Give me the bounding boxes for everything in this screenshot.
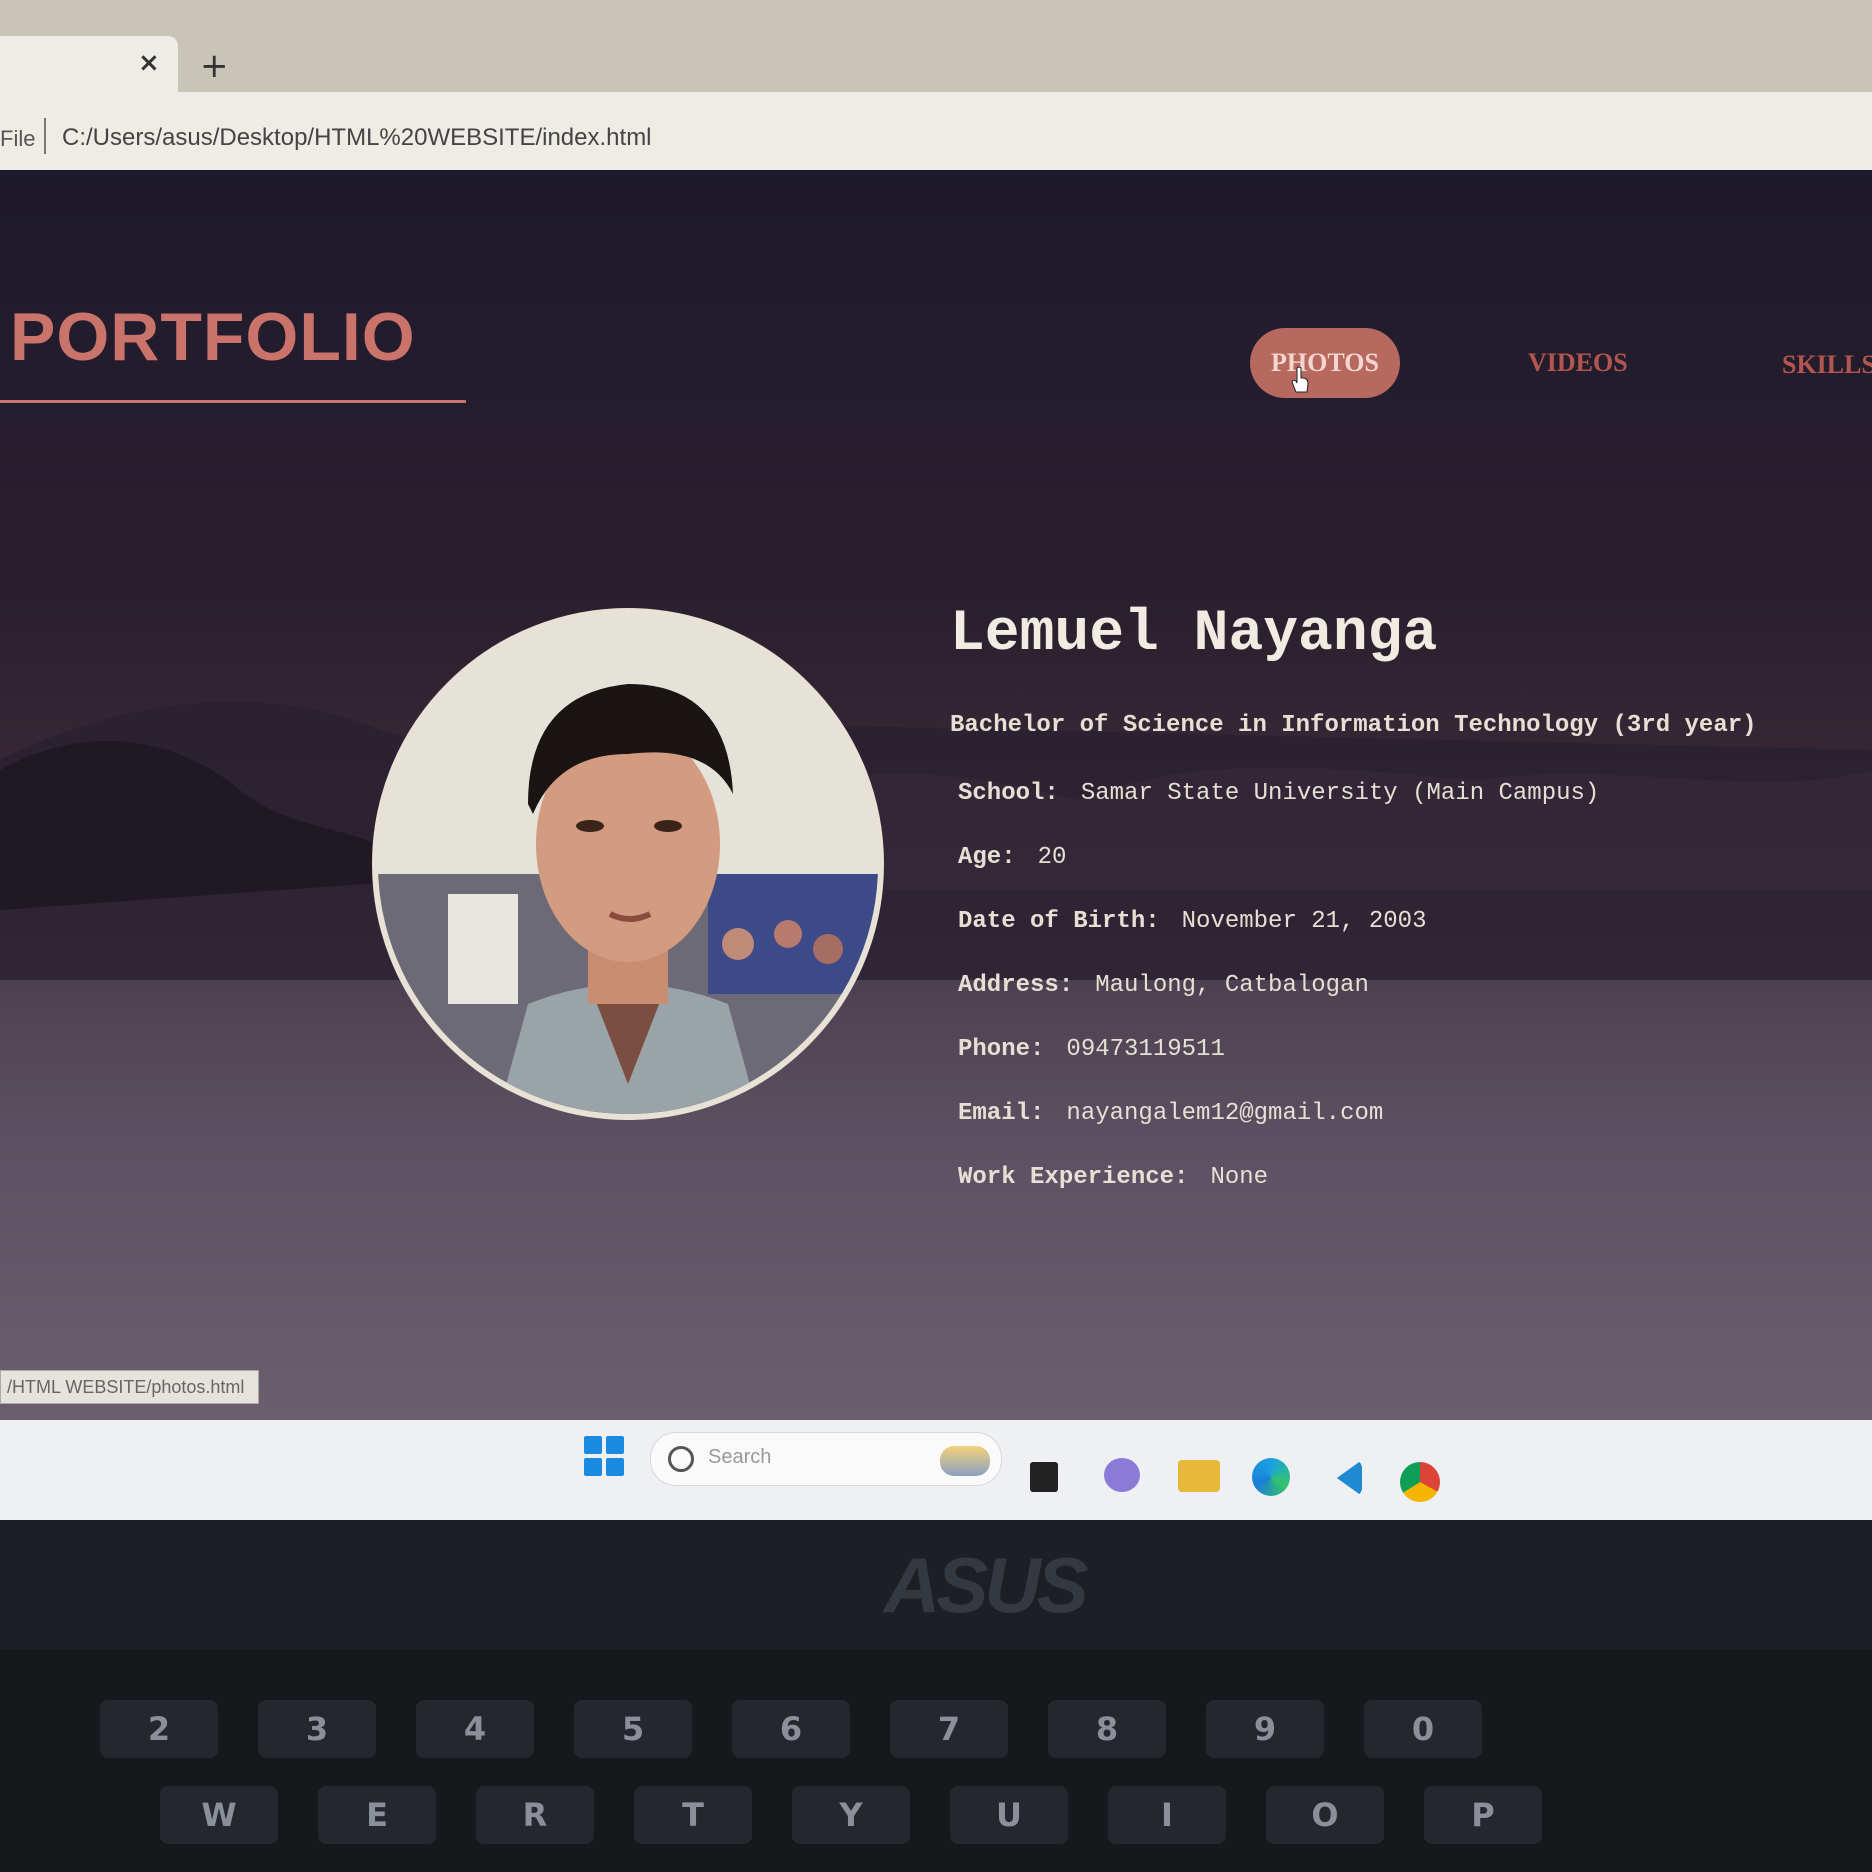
- search-icon: [668, 1446, 694, 1472]
- keyboard-key: 6: [732, 1700, 850, 1758]
- keyboard-key: 7: [890, 1700, 1008, 1758]
- new-tab-icon[interactable]: +: [200, 46, 229, 86]
- keyboard-key: Y: [792, 1786, 910, 1844]
- info-label: Phone:: [958, 1036, 1045, 1063]
- info-value: November 21, 2003: [1181, 908, 1427, 935]
- profile-photo-portrait: [378, 614, 878, 1114]
- info-value: Samar State University (Main Campus): [1080, 780, 1600, 807]
- info-work-experience: Work Experience: None: [958, 1164, 1268, 1191]
- link-status-bar: /HTML WEBSITE/photos.html: [0, 1370, 260, 1404]
- address-separator: [44, 118, 46, 154]
- url-text[interactable]: C:/Users/asus/Desktop/HTML%20WEBSITE/ind…: [62, 124, 652, 152]
- keyboard-key: R: [476, 1786, 594, 1844]
- edge-icon[interactable]: [1252, 1458, 1290, 1496]
- chrome-icon[interactable]: [1400, 1462, 1440, 1502]
- nav-videos-link[interactable]: VIDEOS: [1528, 348, 1628, 378]
- keyboard-key: T: [634, 1786, 752, 1844]
- keyboard-key: 8: [1048, 1700, 1166, 1758]
- info-date-of-birth: Date of Birth: November 21, 2003: [958, 908, 1426, 935]
- keyboard-key: P: [1424, 1786, 1542, 1844]
- keyboard-key: 4: [416, 1700, 534, 1758]
- nav-photos-button[interactable]: PHOTOS: [1250, 328, 1400, 398]
- browser-tab-strip: [0, 0, 1872, 92]
- info-address: Address: Maulong, Catbalogan: [958, 972, 1369, 999]
- info-value: Maulong, Catbalogan: [1095, 972, 1369, 999]
- folder-icon[interactable]: [1178, 1460, 1220, 1492]
- info-value: 20: [1037, 844, 1067, 871]
- info-email: Email: nayangalem12@gmail.com: [958, 1100, 1383, 1127]
- hand-cursor-icon: [1291, 366, 1309, 393]
- windows-start-icon[interactable]: [584, 1436, 624, 1476]
- taskbar-search-placeholder[interactable]: Search: [708, 1446, 771, 1469]
- info-label: Email:: [958, 1100, 1045, 1127]
- info-label: School:: [958, 780, 1059, 807]
- info-label: Age:: [958, 844, 1016, 871]
- profile-name: Lemuel Nayanga: [950, 602, 1438, 667]
- chat-icon[interactable]: [1104, 1458, 1140, 1492]
- keyboard-key: U: [950, 1786, 1068, 1844]
- nav-skills-link[interactable]: SKILLS: [1782, 350, 1872, 380]
- keyboard-key: 5: [574, 1700, 692, 1758]
- info-value: 09473119511: [1066, 1036, 1225, 1063]
- info-label: Date of Birth:: [958, 908, 1160, 935]
- logo-underline: [0, 400, 466, 403]
- profile-degree: Bachelor of Science in Information Techn…: [950, 712, 1757, 739]
- keyboard-key: 3: [258, 1700, 376, 1758]
- info-school: School: Samar State University (Main Camp…: [958, 780, 1599, 807]
- asus-logo: ASUS: [884, 1541, 1089, 1629]
- keyboard: [0, 1650, 1872, 1872]
- info-value: None: [1210, 1164, 1269, 1191]
- info-label: Work Experience:: [958, 1164, 1189, 1191]
- keyboard-key: 0: [1364, 1700, 1482, 1758]
- file-icon[interactable]: [1030, 1462, 1058, 1492]
- page-viewport: PORTFOLIO PHOTOS VIDEOS SKILLS Lemuel Na…: [0, 170, 1872, 1420]
- profile-photo: [372, 608, 884, 1120]
- keyboard-key: O: [1266, 1786, 1384, 1844]
- keyboard-key: 2: [100, 1700, 218, 1758]
- keyboard-key: W: [160, 1786, 278, 1844]
- file-scheme-label: File: [0, 126, 36, 151]
- info-value: nayangalem12@gmail.com: [1066, 1100, 1384, 1127]
- info-phone: Phone: 09473119511: [958, 1036, 1225, 1063]
- close-tab-icon[interactable]: ×: [138, 48, 160, 78]
- info-age: Age: 20: [958, 844, 1066, 871]
- keyboard-key: E: [318, 1786, 436, 1844]
- weather-icon[interactable]: [940, 1446, 990, 1476]
- keyboard-key: 9: [1206, 1700, 1324, 1758]
- keyboard-key: I: [1108, 1786, 1226, 1844]
- info-label: Address:: [958, 972, 1074, 999]
- logo[interactable]: PORTFOLIO: [10, 298, 416, 376]
- background-lake-ridge: [0, 741, 1872, 910]
